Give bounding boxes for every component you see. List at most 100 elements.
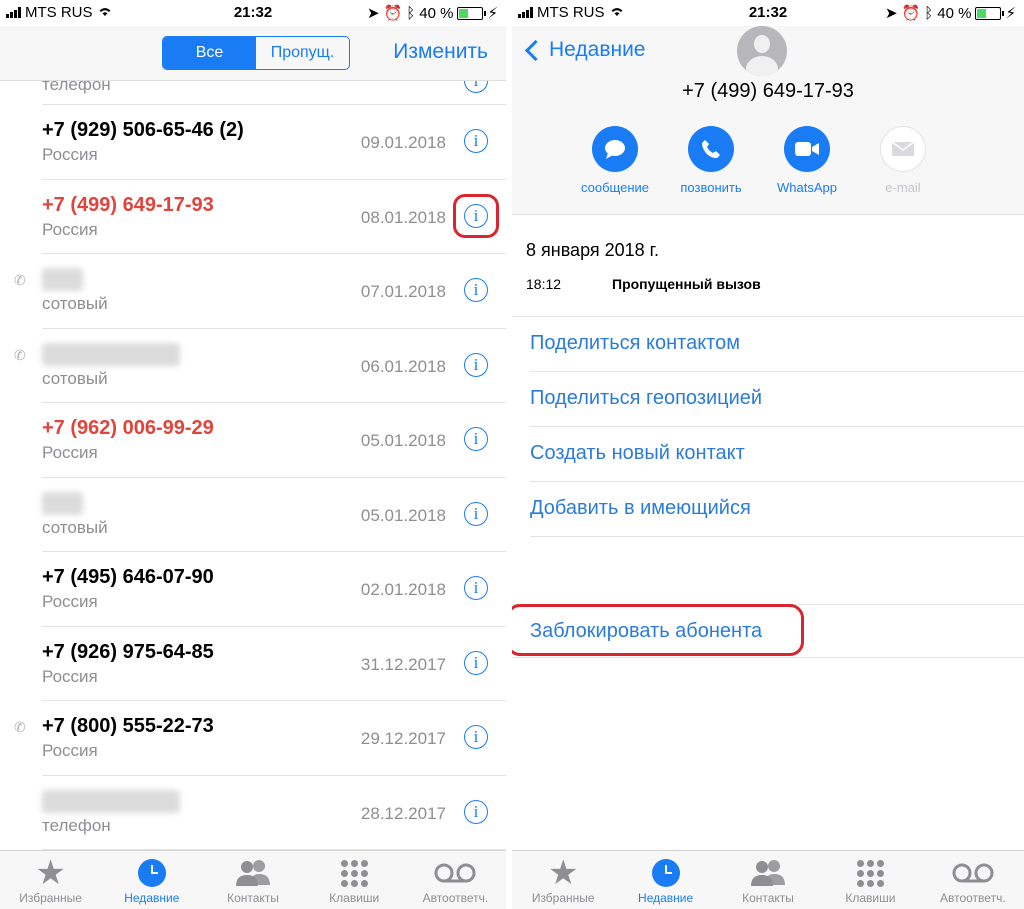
- outgoing-call-icon: ✆: [14, 719, 26, 735]
- call-row[interactable]: Имясотовый 05.01.2018 i: [0, 478, 506, 552]
- call-row[interactable]: ✆ +7 (800) 555-22-73 Россия 29.12.2017 i: [0, 701, 506, 776]
- позвонить-action[interactable]: позвонить: [676, 126, 746, 195]
- e-mail-action: e-mail: [868, 126, 938, 195]
- tab-voicemail[interactable]: Автоответч.: [405, 851, 506, 909]
- tab-label: Клавиши: [329, 891, 380, 905]
- tab-label: Клавиши: [845, 891, 896, 905]
- info-icon[interactable]: i: [464, 278, 488, 302]
- battery-percent: 40 %: [419, 4, 454, 22]
- call-date: 06.01.2018: [360, 356, 446, 376]
- caller-name: Имя Фамилия: [42, 342, 181, 366]
- caller-name: +7 (962) 006-99-29: [42, 417, 214, 439]
- menu-item[interactable]: Поделиться геопозицией: [530, 387, 762, 410]
- info-icon[interactable]: i: [464, 81, 488, 93]
- battery-icon: [457, 6, 487, 20]
- menu-item[interactable]: Добавить в имеющийся: [530, 497, 751, 520]
- status-bar: MTS RUS 21:32 ➤ ⏰ ᛒ 40 % ⚡: [512, 0, 1024, 26]
- contact-number: +7 (499) 649-17-93: [682, 80, 854, 102]
- info-icon[interactable]: i: [464, 650, 488, 675]
- caller-label: сотовый: [42, 517, 108, 537]
- call-list: телефон i +7 (929) 506-65-46 (2) Россия 09.0…: [0, 81, 506, 851]
- call-row[interactable]: ✆ Имя сотовый 07.01.2018 i: [0, 254, 506, 329]
- call-date: 28.12.2017: [360, 803, 446, 823]
- segment-missed[interactable]: Пропущ.: [256, 37, 349, 69]
- bluetooth-icon: ᛒ: [924, 4, 934, 22]
- caller-name: +7 (499) 649-17-93: [42, 193, 214, 216]
- caller-name: Имя Фамилия: [42, 789, 181, 813]
- avatar: [737, 26, 787, 76]
- caller-label: Россия: [42, 741, 98, 760]
- menu-item[interactable]: Поделиться контактом: [530, 332, 740, 355]
- call-row[interactable]: Имя Фамилиятелефон 28.12.2017 i: [0, 776, 506, 850]
- tab-star[interactable]: ★ Избранные: [0, 851, 101, 909]
- caller-name: Имя: [42, 268, 83, 291]
- call-date: 08.01.2018: [360, 207, 446, 227]
- call-date: 05.01.2018: [360, 505, 446, 525]
- voicemail-icon: [433, 857, 477, 889]
- tab-contacts[interactable]: Контакты: [202, 851, 303, 909]
- info-icon[interactable]: i: [464, 352, 488, 377]
- contacts-icon: [233, 857, 273, 889]
- call-row[interactable]: +7 (495) 646-07-90 Россия 02.01.2018 i: [0, 552, 506, 627]
- caller-label: Россия: [42, 145, 98, 164]
- caller-label: телефон: [42, 81, 111, 94]
- divider: [512, 657, 1024, 658]
- сообщение-action[interactable]: сообщение: [580, 126, 650, 195]
- alarm-icon: ⏰: [901, 5, 921, 22]
- caller-label: телефон: [42, 815, 111, 835]
- message-icon: [592, 126, 638, 172]
- recents-header: Все Пропущ. Изменить: [0, 26, 506, 81]
- whatsapp-action[interactable]: WhatsApp: [772, 126, 842, 195]
- tab-bar: ★ Избранные Недавние Контакты Клавиши Автоотв…: [0, 850, 506, 909]
- tab-clock[interactable]: Недавние: [101, 851, 202, 909]
- status-bar: MTS RUS 21:32 ➤ ⏰ ᛒ 40 % ⚡: [0, 0, 506, 26]
- clock-icon: [137, 857, 166, 889]
- call-type: Пропущенный вызов: [612, 276, 761, 292]
- info-icon[interactable]: i: [464, 576, 488, 600]
- tab-voicemail[interactable]: Автоответч.: [922, 851, 1024, 909]
- tab-clock[interactable]: Недавние: [614, 851, 716, 909]
- contact-header: Недавние +7 (499) 649-17-93 сообщение поз…: [512, 26, 1024, 215]
- battery-percent: 40 %: [937, 4, 972, 22]
- edit-button[interactable]: Изменить: [393, 40, 488, 64]
- call-date: 05.01.2018: [360, 431, 446, 450]
- call-date: 09.01.2018: [360, 133, 446, 152]
- call-time: 18:12: [526, 276, 562, 292]
- action-label: e-mail: [885, 180, 921, 195]
- segment-all[interactable]: Все: [163, 37, 256, 69]
- caller-label: сотовый: [42, 368, 108, 388]
- keypad-icon: [340, 857, 368, 889]
- divider: [530, 371, 1024, 372]
- back-button[interactable]: Недавние: [522, 38, 645, 62]
- caller-name: Имя: [42, 491, 83, 515]
- divider: [512, 316, 1024, 317]
- caller-label: Россия: [42, 592, 98, 611]
- filter-segmented-control: Все Пропущ.: [162, 36, 350, 70]
- tab-label: Автоответч.: [422, 891, 489, 905]
- tab-star[interactable]: ★ Избранные: [512, 851, 614, 909]
- star-icon: ★: [547, 854, 579, 892]
- charging-icon: ⚡: [487, 5, 498, 22]
- tab-bar: ★ Избранные Недавние Контакты Клавиши Автоотв…: [512, 850, 1024, 909]
- info-icon[interactable]: i: [464, 501, 488, 526]
- tab-keypad[interactable]: Клавиши: [304, 851, 405, 909]
- info-icon[interactable]: i: [464, 427, 488, 451]
- call-row[interactable]: ✆ Имя Фамилиясотовый 06.01.2018 i: [0, 329, 506, 403]
- call-info-screen: MTS RUS 21:32 ➤ ⏰ ᛒ 40 % ⚡ Недавние +7 (…: [512, 0, 1024, 909]
- info-icon[interactable]: i: [464, 799, 488, 824]
- location-icon: ➤: [884, 5, 898, 22]
- call-row[interactable]: +7 (926) 975-64-85 Россия 31.12.2017 i: [0, 627, 506, 701]
- info-icon[interactable]: i: [464, 725, 488, 749]
- info-icon[interactable]: i: [464, 129, 488, 153]
- call-row[interactable]: +7 (929) 506-65-46 (2) Россия 09.01.2018 i: [0, 105, 506, 180]
- mail-icon: [880, 126, 926, 172]
- tab-keypad[interactable]: Клавиши: [819, 851, 921, 909]
- call-row[interactable]: +7 (962) 006-99-29 Россия 05.01.2018 i: [0, 403, 506, 478]
- voicemail-icon: [951, 857, 995, 889]
- tab-label: Автоответч.: [940, 891, 1006, 905]
- call-row[interactable]: телефон i: [0, 81, 506, 105]
- star-icon: ★: [35, 854, 66, 892]
- call-row[interactable]: +7 (499) 649-17-93 Россия 08.01.2018 i: [0, 180, 506, 254]
- menu-item[interactable]: Создать новый контакт: [530, 442, 745, 465]
- tab-contacts[interactable]: Контакты: [717, 851, 819, 909]
